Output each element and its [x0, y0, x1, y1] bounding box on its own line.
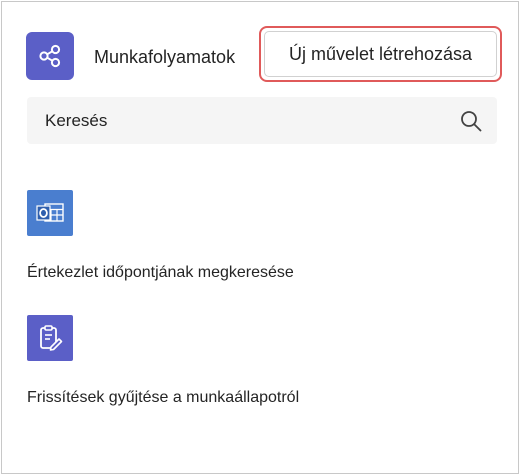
workflow-item[interactable]: Frissítések gyűjtése a munkaállapotról: [27, 315, 497, 408]
workflow-label: Értekezlet időpontjának megkeresése: [27, 264, 294, 281]
share-nodes-icon: [39, 44, 61, 68]
app-title: Munkafolyamatok: [94, 47, 236, 67]
new-action-button[interactable]: Új művelet létrehozása: [264, 31, 497, 77]
workflow-item[interactable]: Értekezlet időpontjának megkeresése: [27, 190, 497, 283]
search-icon[interactable]: [459, 109, 483, 133]
search-input[interactable]: [27, 97, 447, 144]
outlook-calendar-icon: [27, 190, 73, 236]
app-tile: [26, 32, 74, 80]
clipboard-edit-icon: [27, 315, 73, 361]
search-box: [27, 97, 497, 144]
workflow-label: Frissítések gyűjtése a munkaállapotról: [27, 389, 300, 406]
workflows-panel: Munkafolyamatok Új művelet létrehozása É…: [1, 1, 519, 474]
